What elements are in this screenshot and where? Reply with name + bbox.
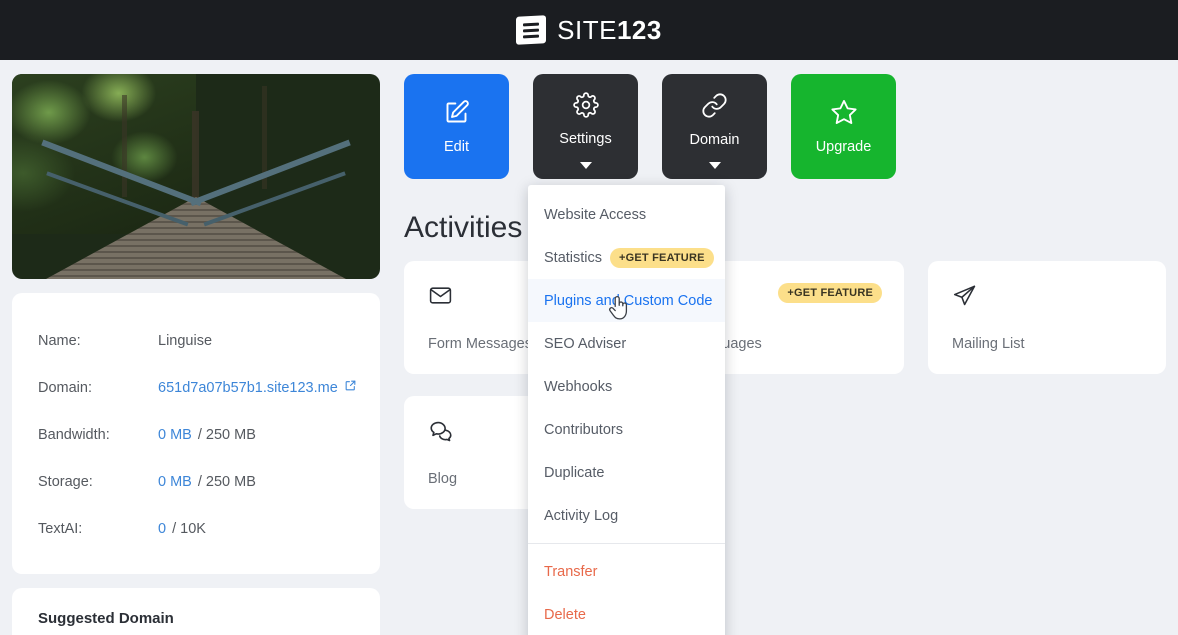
activity-tiles-row-1: Form Messages +GET FEATURE Languages Mai… [398,261,1166,374]
info-label: Name: [38,332,81,349]
info-value: Linguise [158,333,212,349]
activity-tiles-row-2: Blog [398,396,1166,509]
edit-button-label: Edit [444,138,469,155]
brand-logo[interactable]: SITE123 [516,15,662,46]
menu-item-website-access[interactable]: Website Access [528,193,725,236]
info-row-domain: Domain: 651d7a07b57b1.site123.me [38,364,357,411]
top-bar: SITE123 [0,0,1178,60]
external-link-icon [344,379,357,396]
suggested-domain-card: Suggested Domain [12,588,380,635]
get-feature-badge[interactable]: +GET FEATURE [610,247,714,268]
menu-divider [528,543,725,544]
settings-button[interactable]: Settings [533,74,638,179]
settings-dropdown-menu: Website Access Statistics +GET FEATURE P… [528,185,725,635]
upgrade-button[interactable]: Upgrade [791,74,896,179]
edit-button[interactable]: Edit [404,74,509,179]
menu-item-label: Plugins and Custom Code [544,292,713,309]
info-label: Bandwidth: [38,426,110,443]
info-row-textai: TextAI: 0 / 10K [38,505,354,552]
info-value: 651d7a07b57b1.site123.me [158,379,357,396]
textai-used: 0 [158,520,167,537]
menu-item-seo-adviser[interactable]: SEO Adviser [528,322,725,365]
activities-heading: Activities [404,211,523,244]
menu-item-duplicate[interactable]: Duplicate [528,451,725,494]
right-column: Edit Settings Domain Upgrade Activities … [398,74,1166,635]
upgrade-button-label: Upgrade [815,139,872,155]
info-value: 0 / 10K [158,521,206,537]
bandwidth-used: 0 MB [158,426,192,443]
chevron-down-icon [579,162,592,169]
tile-mailing-list[interactable]: Mailing List [928,261,1166,374]
menu-item-delete[interactable]: Delete [528,593,725,635]
pencil-square-icon [443,99,470,129]
chevron-down-icon [708,162,721,169]
menu-item-label: Contributors [544,421,623,438]
gear-icon [572,92,599,121]
star-icon [830,98,858,129]
info-label: Storage: [38,473,93,490]
menu-item-label: Delete [544,606,586,623]
domain-button[interactable]: Domain [662,74,767,179]
menu-item-plugins-and-custom-code[interactable]: Plugins and Custom Code [528,279,725,322]
info-label: Domain: [38,379,92,396]
menu-item-label: Transfer [544,563,598,580]
brand-text: SITE123 [557,15,662,46]
info-row-storage: Storage: 0 MB / 250 MB [38,458,354,505]
bandwidth-total: / 250 MB [197,426,256,443]
menu-item-webhooks[interactable]: Webhooks [528,365,725,408]
site-name-value: Linguise [158,332,213,349]
left-column: Name: Linguise Domain: 651d7a07b57b1.sit… [12,74,380,635]
site-domain-link[interactable]: 651d7a07b57b1.site123.me [158,379,357,396]
site-info-card: Name: Linguise Domain: 651d7a07b57b1.sit… [12,293,380,574]
menu-item-activity-log[interactable]: Activity Log [528,494,725,537]
brand-name: SITE [557,14,617,45]
info-row-name: Name: Linguise [38,317,354,364]
info-value: 0 MB / 250 MB [158,427,256,443]
menu-item-label: Statistics [544,249,603,266]
link-chain-icon [701,92,728,122]
tile-label: Mailing List [952,336,1025,352]
storage-used: 0 MB [158,473,192,490]
paper-plane-icon [952,283,1142,309]
document-lines-icon [516,15,547,45]
menu-item-statistics[interactable]: Statistics +GET FEATURE [528,236,725,279]
menu-item-contributors[interactable]: Contributors [528,408,725,451]
menu-item-label: Webhooks [544,378,613,395]
brand-digits: 123 [616,14,662,45]
menu-item-label: SEO Adviser [544,335,627,352]
storage-total: / 250 MB [197,473,256,490]
info-row-bandwidth: Bandwidth: 0 MB / 250 MB [38,411,354,458]
site-thumbnail[interactable] [12,74,380,279]
info-value: 0 MB / 250 MB [158,474,256,490]
textai-total: / 10K [172,520,206,537]
site-domain-text: 651d7a07b57b1.site123.me [158,379,338,396]
suggested-domain-title: Suggested Domain [38,610,174,627]
menu-item-label: Duplicate [544,464,605,481]
menu-item-label: Activity Log [544,507,619,524]
get-feature-badge[interactable]: +GET FEATURE [778,283,882,303]
action-button-row: Edit Settings Domain Upgrade [398,74,1166,179]
settings-button-label: Settings [559,131,612,147]
info-label: TextAI: [38,520,83,537]
menu-item-label: Website Access [544,206,647,223]
menu-item-transfer[interactable]: Transfer [528,550,725,593]
domain-button-label: Domain [689,131,740,148]
